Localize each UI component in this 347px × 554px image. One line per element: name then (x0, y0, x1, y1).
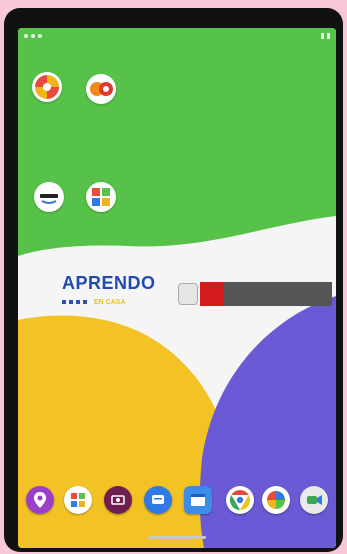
chrome-icon-graphic (229, 489, 251, 511)
home-screen: APRENDO EN CASA (18, 28, 336, 548)
compass-multicolor-icon-graphic (35, 75, 59, 99)
blue-chat-app-icon[interactable] (144, 486, 172, 514)
signal-icon (321, 33, 324, 39)
puzzle-pieces-icon-graphic (71, 493, 85, 507)
tablet-frame: APRENDO EN CASA (4, 8, 343, 552)
aprendo-en-casa-logo: APRENDO EN CASA (62, 273, 332, 317)
coat-of-arms-icon (178, 283, 198, 305)
status-bar (18, 28, 336, 44)
colorful-squares-app-icon-graphic (92, 188, 110, 206)
blue-calendar-app-icon-graphic (191, 494, 205, 506)
decorative-square (62, 300, 66, 304)
notification-dot (31, 34, 35, 38)
decorative-square (76, 300, 80, 304)
wallpaper-green-shape (18, 28, 336, 256)
amazon-app-icon[interactable] (34, 182, 64, 212)
government-red-block (200, 282, 224, 306)
status-notifications (24, 34, 42, 38)
notification-dot (38, 34, 42, 38)
decorative-square (83, 300, 87, 304)
pinwheel-app-icon-graphic (267, 491, 285, 509)
ministry-banner (224, 282, 332, 306)
duo-video-icon-graphic (307, 495, 322, 505)
gesture-nav-handle[interactable] (148, 536, 206, 539)
orange-circles-app-icon[interactable] (86, 74, 116, 104)
duo-video-icon[interactable] (300, 486, 328, 514)
compass-multicolor-icon[interactable] (32, 72, 62, 102)
aprendo-title: APRENDO (62, 273, 156, 293)
blue-calendar-app-icon[interactable] (184, 486, 212, 514)
maps-location-icon[interactable] (26, 486, 54, 514)
chrome-icon[interactable] (226, 486, 254, 514)
app-dock (18, 480, 336, 520)
puzzle-pieces-icon[interactable] (64, 486, 92, 514)
aprendo-subtitle: EN CASA (94, 298, 126, 306)
pinwheel-app-icon[interactable] (262, 486, 290, 514)
maps-location-icon-graphic (34, 492, 46, 508)
orange-circles-app-icon-graphic (90, 82, 113, 96)
notification-dot (24, 34, 28, 38)
amazon-app-icon-graphic (40, 194, 58, 204)
blue-chat-app-icon-graphic (152, 495, 164, 504)
aprendo-subtitle-row: EN CASA (62, 297, 152, 307)
purple-media-app-icon[interactable] (104, 486, 132, 514)
purple-media-app-icon-graphic (111, 495, 125, 505)
decorative-square (69, 300, 73, 304)
status-system-icons (321, 33, 330, 39)
colorful-squares-app-icon[interactable] (86, 182, 116, 212)
battery-icon (327, 33, 330, 39)
